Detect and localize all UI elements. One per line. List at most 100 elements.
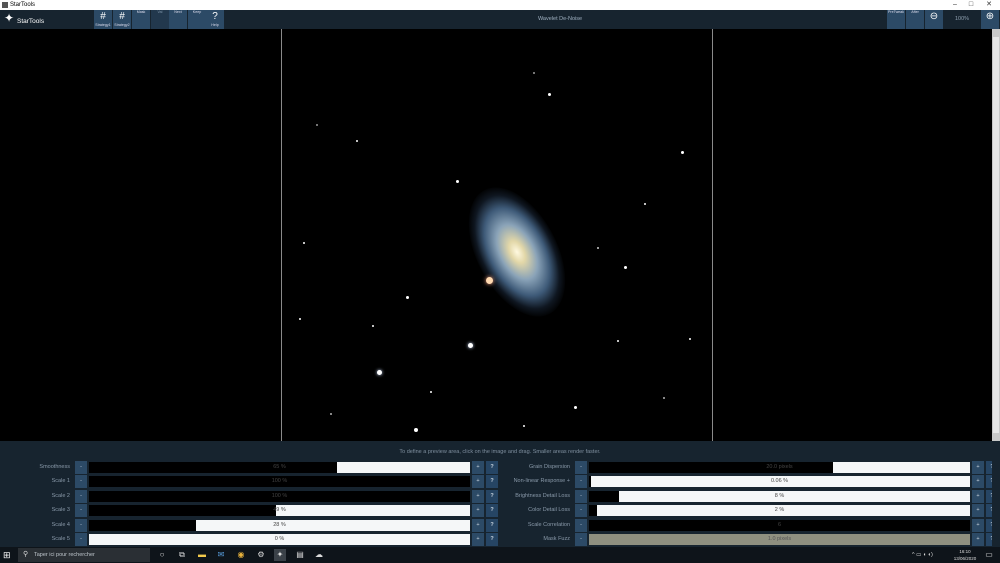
window-title: StarTools <box>10 2 36 8</box>
pretweak-button[interactable]: PreTweak <box>887 10 905 29</box>
star <box>548 93 551 96</box>
zoom-in-icon: ⊕ <box>985 11 995 22</box>
star <box>456 180 459 183</box>
restore-button[interactable]: □ <box>963 0 979 10</box>
mask-button[interactable]: Mask <box>132 10 150 29</box>
grid-icon: # <box>100 11 106 22</box>
preview-boundary-right[interactable] <box>712 29 713 441</box>
preview-hint: To define a preview area, click on the i… <box>399 449 601 455</box>
increase-button[interactable]: + <box>972 533 984 546</box>
param-slider[interactable]: 2 % <box>589 505 970 517</box>
preview-boundary-left[interactable] <box>281 29 282 441</box>
zoom-out-button[interactable]: ⊖ <box>925 10 943 29</box>
after-button[interactable]: After <box>906 10 924 29</box>
param-label: Non-linear Response + <box>513 478 570 485</box>
decrease-button[interactable]: - <box>575 518 587 532</box>
slider-value: 2 % <box>774 507 785 514</box>
app-taskbar-icon[interactable]: ▤ <box>294 549 306 561</box>
param-label: Color Detail Loss <box>528 507 570 514</box>
param-row: Brightness Detail Loss-8 %+? <box>0 489 1000 503</box>
vertical-scrollbar[interactable] <box>992 29 1000 441</box>
decrease-button[interactable]: - <box>575 461 587 474</box>
star <box>316 124 318 126</box>
decrease-button[interactable]: - <box>575 489 587 503</box>
strategy1-button[interactable]: # Strategy1 <box>94 10 112 29</box>
settings-icon[interactable]: ⚙ <box>255 549 267 561</box>
chrome-icon[interactable]: ◉ <box>235 549 247 561</box>
param-slider[interactable]: 0.06 % <box>589 476 970 488</box>
panel-scrollbar[interactable] <box>992 459 1000 547</box>
app-icon <box>2 2 8 8</box>
star <box>430 391 432 393</box>
decrease-button[interactable]: - <box>575 533 587 546</box>
help-button[interactable]: ? Help <box>206 10 224 29</box>
cortana-icon[interactable]: ○ <box>156 549 168 561</box>
decrease-button[interactable]: - <box>575 504 587 518</box>
star <box>303 242 305 244</box>
slider-value: 8 % <box>774 492 785 499</box>
star <box>330 413 332 415</box>
strategy2-button[interactable]: # Strategy2 <box>113 10 131 29</box>
star <box>486 277 493 284</box>
main-toolbar: ✦ StarTools # Strategy1 # Strategy2 Mask… <box>0 10 1000 29</box>
param-label: Mask Fuzz <box>543 536 570 542</box>
slider-value: 0.06 % <box>770 478 789 485</box>
slider-value: 20.0 pixels <box>766 464 793 470</box>
minimize-button[interactable]: – <box>947 0 963 10</box>
param-slider[interactable]: 1.0 pixels <box>589 534 970 545</box>
star <box>377 370 382 375</box>
param-label: Scale Correlation <box>527 521 570 528</box>
star <box>624 266 627 269</box>
star <box>372 325 374 327</box>
taskbar-search-input[interactable]: ⚲ Taper ici pour rechercher <box>18 548 150 562</box>
window-titlebar: StarTools – □ ✕ <box>0 0 1000 10</box>
galaxy <box>448 171 586 333</box>
param-slider[interactable]: 8 % <box>589 490 970 502</box>
param-row: Color Detail Loss-2 %+? <box>0 504 1000 518</box>
star <box>523 425 525 427</box>
help-icon: ? <box>212 11 218 22</box>
star <box>617 340 619 342</box>
star <box>356 140 358 142</box>
increase-button[interactable]: + <box>972 475 984 489</box>
close-button[interactable]: ✕ <box>981 0 997 10</box>
keep-button[interactable]: Keep <box>188 10 206 29</box>
windows-start-icon[interactable]: ⊞ <box>3 550 13 560</box>
system-tray[interactable]: ^ ▭ ◖ ◖) <box>912 547 933 563</box>
star <box>681 151 684 154</box>
param-label: Grain Dispersion <box>529 464 570 470</box>
file-explorer-icon[interactable]: ▬ <box>196 549 208 561</box>
notification-icon[interactable]: ▭ <box>984 550 994 560</box>
star <box>533 72 535 74</box>
zoom-out-icon: ⊖ <box>929 11 939 22</box>
windows-taskbar: ⊞ ⚲ Taper ici pour rechercher ○ ⧉ ▬ ✉ ◉ … <box>0 547 1000 563</box>
val-button[interactable]: Val <box>151 10 169 29</box>
increase-button[interactable]: + <box>972 518 984 532</box>
star <box>644 203 646 205</box>
zoom-in-button[interactable]: ⊕ <box>981 10 999 29</box>
task-view-icon[interactable]: ⧉ <box>176 549 188 561</box>
weather-icon[interactable]: ☁ <box>313 549 325 561</box>
increase-button[interactable]: + <box>972 489 984 503</box>
next-button[interactable]: Next <box>169 10 187 29</box>
mail-icon[interactable]: ✉ <box>215 549 227 561</box>
increase-button[interactable]: + <box>972 504 984 518</box>
image-viewport[interactable] <box>0 29 992 441</box>
slider-value: 1.0 pixels <box>767 536 792 542</box>
param-slider[interactable]: 20.0 pixels <box>589 462 970 473</box>
star-logo-icon: ✦ <box>4 11 15 25</box>
scrollbar-thumb[interactable] <box>993 37 999 433</box>
slider-value: 6 <box>777 521 782 528</box>
star <box>663 397 665 399</box>
startools-taskbar-icon[interactable]: ✦ <box>274 549 286 561</box>
param-label: Brightness Detail Loss <box>515 492 570 499</box>
zoom-level: 100% <box>954 16 970 22</box>
decrease-button[interactable]: - <box>575 475 587 489</box>
increase-button[interactable]: + <box>972 461 984 474</box>
star <box>689 338 691 340</box>
star <box>299 318 301 320</box>
taskbar-clock[interactable]: 16:10 13/06/2020 <box>948 548 982 562</box>
param-slider[interactable]: 6 <box>589 519 970 531</box>
star <box>414 428 418 432</box>
module-title: Wavelet De-Noise <box>537 16 583 22</box>
